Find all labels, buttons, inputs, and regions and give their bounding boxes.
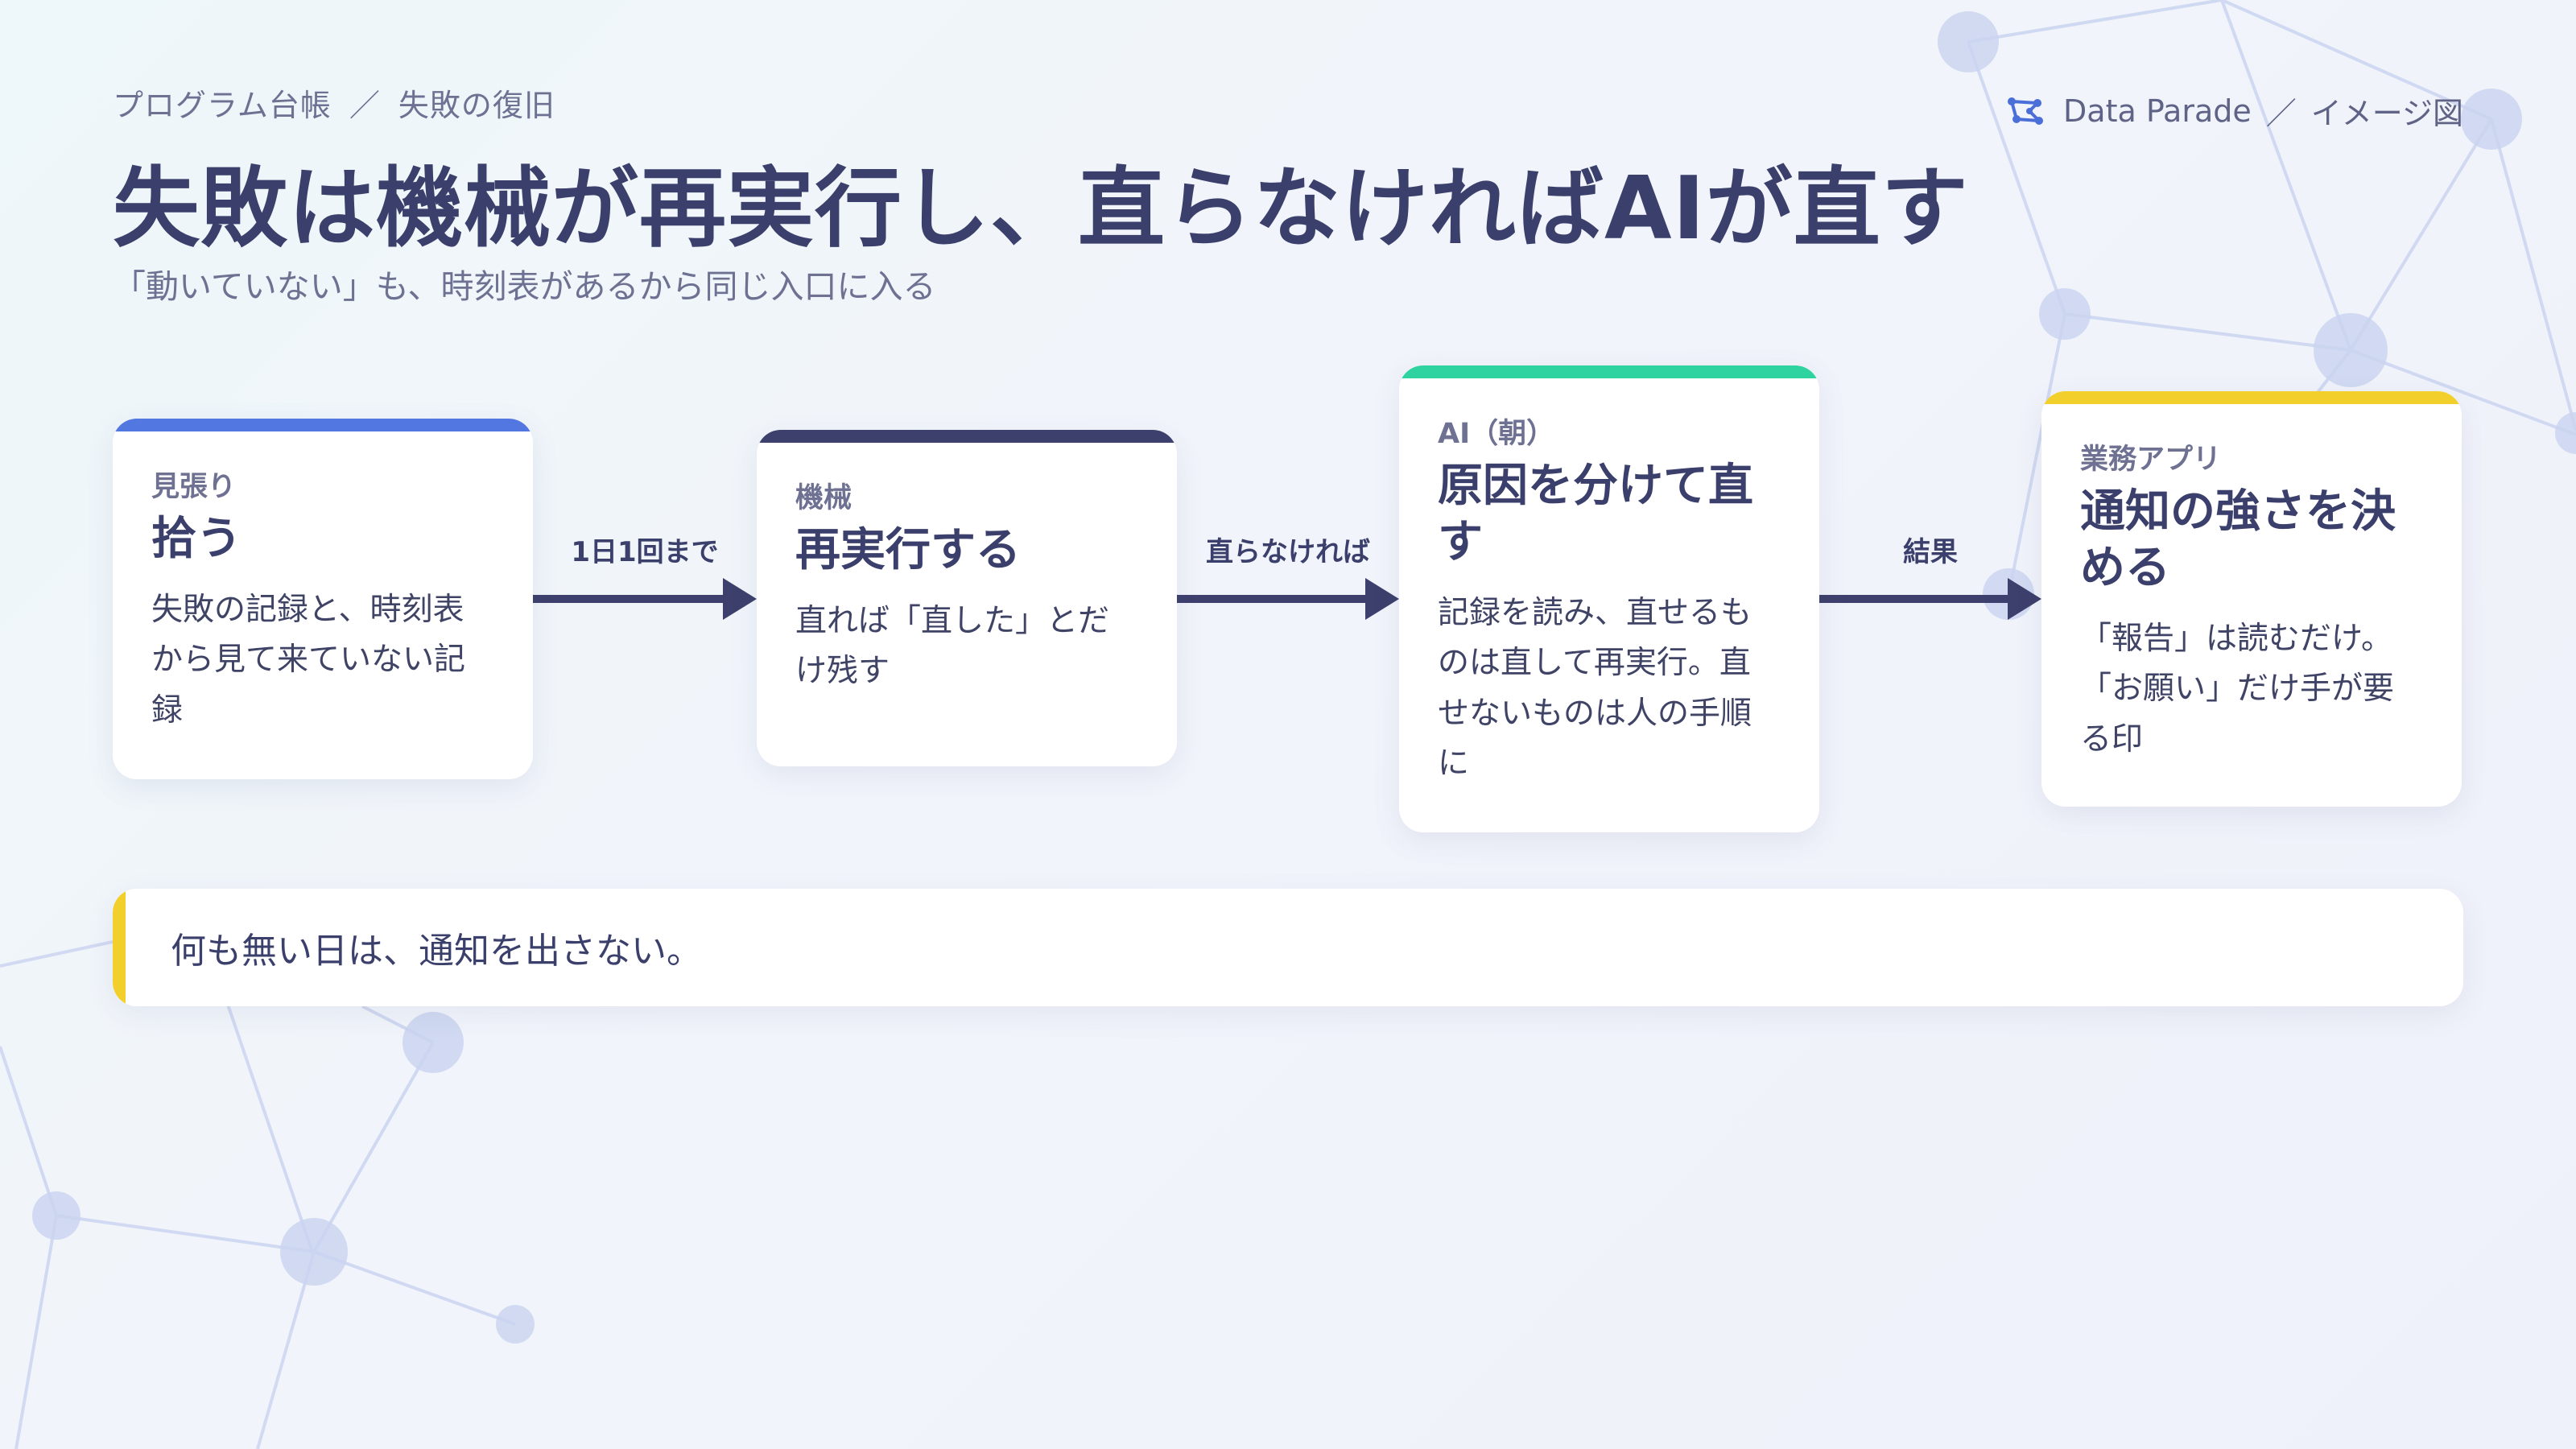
flow-arrow-label-3: 結果 [1903,536,1958,568]
callout-accent-bar [113,889,126,1006]
step-role: AI（朝） [1438,418,1555,450]
brand-label: Data Parade ／ イメージ図 [2005,89,2463,133]
brand-kind: イメージ図 [2310,96,2463,131]
flow-arrow-2 [1177,570,1399,626]
step-description: 「報告」は読むだけ。「お願い」だけ手が要る印 [2080,621,2395,758]
arrow-head-icon [723,578,757,620]
step-card-rerun: 機械 再実行する 直れば「直した」とだけ残す [757,430,1177,766]
breadcrumb: プログラム台帳 ／ 失敗の復旧 [113,80,555,125]
step-role: 見張り [151,471,237,503]
step-role: 機械 [795,482,852,514]
step-heading: 原因を分けて直す [1438,460,1753,568]
arrow-head-icon [2008,578,2041,620]
flow-arrow-label-2: 直らなければ [1206,536,1370,568]
flow-arrow-label-1: 1日1回まで [571,536,719,568]
breadcrumb-program[interactable]: プログラム台帳 [113,88,332,123]
step-heading: 再実行する [795,524,1021,576]
step-accent-bar [113,419,533,431]
step-accent-bar [2041,391,2462,404]
breadcrumb-current: 失敗の復旧 [398,88,555,123]
step-description: 直れば「直した」とだけ残す [795,603,1110,690]
callout-text: 何も無い日は、通知を出さない。 [171,931,702,972]
constellation-logo-icon [2008,97,2044,125]
flow-arrow-3 [1819,570,2041,626]
step-description: 失敗の記録と、時刻表から見て来ていない記録 [151,592,466,729]
step-role: 業務アプリ [2080,444,2222,476]
step-heading: 通知の強さを決める [2080,485,2396,594]
flow-arrow-1 [533,570,757,626]
step-description: 記録を読み、直せるものは直して再実行。直せないものは人の手順に [1438,595,1752,782]
brand-name: Data Parade [2063,93,2252,129]
step-accent-bar [1399,365,1819,378]
callout-note: 何も無い日は、通知を出さない。 [113,889,2463,1006]
step-card-pickup: 見張り 拾う 失敗の記録と、時刻表から見て来ていない記録 [113,419,533,779]
step-accent-bar [757,430,1177,443]
breadcrumb-separator: ／ [349,88,381,123]
step-heading: 拾う [151,513,242,565]
page-title: 失敗は機械が再実行し、直らなければAIが直す [113,159,1969,259]
brand-separator: ／ [2265,96,2297,131]
step-card-notify: 業務アプリ 通知の強さを決める 「報告」は読むだけ。「お願い」だけ手が要る印 [2041,391,2462,807]
step-card-ai-fix: AI（朝） 原因を分けて直す 記録を読み、直せるものは直して再実行。直せないもの… [1399,365,1819,832]
arrow-head-icon [1365,578,1399,620]
page-subtitle: 「動いていない」も、時刻表があるから同じ入口に入る [113,267,936,306]
